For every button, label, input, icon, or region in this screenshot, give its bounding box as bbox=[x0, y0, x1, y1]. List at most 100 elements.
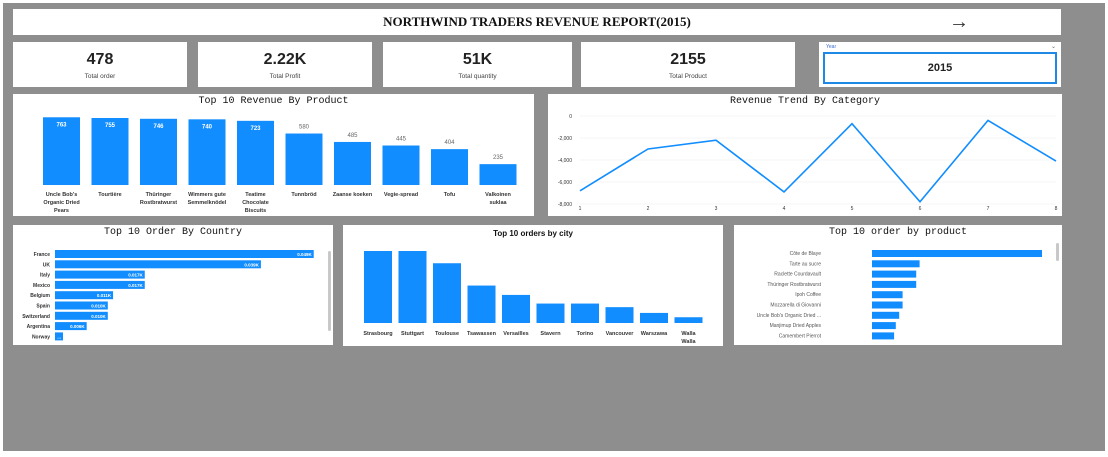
x-tick-label: 6 bbox=[919, 206, 922, 212]
bar bbox=[872, 280, 917, 288]
slicer-value[interactable]: 2015 bbox=[823, 52, 1057, 84]
bar bbox=[285, 133, 323, 185]
x-tick-label: 3 bbox=[715, 206, 718, 212]
x-tick-label: 5 bbox=[851, 206, 854, 212]
x-tick-label: 2 bbox=[647, 206, 650, 212]
category-label: UK bbox=[43, 262, 51, 268]
category-label: Chocolate bbox=[242, 200, 269, 206]
category-label: Norway bbox=[32, 334, 50, 340]
chart-svg: France 0.049K UK 0.039K Italy 0.017K Mexico 0.0… bbox=[22, 250, 314, 341]
category-label: Torino bbox=[577, 331, 594, 337]
kpi-card-total-profit: 2.22K Total Profit bbox=[198, 42, 372, 87]
data-label: 746 bbox=[153, 124, 164, 130]
category-label: Mozzarella di Giovanni bbox=[770, 303, 821, 309]
category-label: Teatime bbox=[245, 192, 265, 198]
bar bbox=[674, 317, 703, 323]
data-label: ... bbox=[57, 334, 61, 339]
kpi-label: Total order bbox=[84, 73, 116, 80]
category-label: Stuttgart bbox=[401, 331, 424, 337]
data-label: 0.049K bbox=[297, 252, 312, 257]
bar bbox=[640, 312, 668, 323]
kpi-value: 51K bbox=[462, 51, 493, 68]
data-label: 235 bbox=[493, 155, 504, 161]
category-label: Versailles bbox=[503, 331, 528, 337]
category-label: Valkoinen bbox=[485, 192, 511, 198]
chart-svg: Strasbourg Stuttgart Toulouse Tsawassen Vers… bbox=[363, 251, 703, 345]
data-label: 723 bbox=[250, 126, 261, 132]
category-label: Stavern bbox=[540, 331, 561, 337]
category-label: Manjimup Dried Apples bbox=[770, 323, 822, 329]
category-label: Tunnbröd bbox=[291, 192, 316, 198]
category-label: Tarte au sucre bbox=[789, 261, 821, 267]
category-label: Italy bbox=[40, 273, 50, 279]
kpi-card-total-quantity: 51K Total quantity bbox=[383, 42, 572, 87]
bar bbox=[334, 141, 371, 185]
scrollbar[interactable] bbox=[1056, 243, 1059, 261]
category-label: Ipoh Coffee bbox=[795, 292, 821, 298]
data-label: 0.006K bbox=[70, 324, 85, 329]
data-label: 740 bbox=[202, 124, 213, 130]
category-label: Côte de Blaye bbox=[790, 251, 822, 257]
bar bbox=[872, 301, 903, 309]
category-label: Toulouse bbox=[435, 331, 459, 337]
bar bbox=[55, 260, 261, 269]
kpi-card-total-product: 2155 Total Product bbox=[581, 42, 795, 87]
category-label: Thüringer bbox=[146, 192, 173, 198]
data-label: 0.039K bbox=[244, 262, 259, 267]
kpi-card-total-order: 478 Total order bbox=[13, 42, 187, 87]
category-label: Belgium bbox=[30, 293, 50, 299]
category-label: Walla bbox=[681, 331, 696, 337]
chart-orders-by-city: Top 10 orders by city Strasbourg Stuttgar… bbox=[343, 225, 723, 346]
chart-revenue-by-product: Top 10 Revenue By Product 763 Uncle Bob's… bbox=[13, 94, 534, 216]
category-label: suklaa bbox=[489, 200, 507, 206]
chevron-down-icon[interactable]: ⌄ bbox=[1051, 43, 1056, 50]
category-label: Thüringer Rostbratwurst bbox=[767, 282, 821, 288]
category-label: Walla bbox=[681, 339, 696, 345]
category-label: Rostbratwurst bbox=[140, 200, 177, 206]
bar bbox=[872, 332, 895, 340]
bar bbox=[605, 307, 634, 323]
category-label: Vegie-spread bbox=[384, 192, 418, 198]
bar bbox=[55, 250, 314, 258]
data-label: 755 bbox=[105, 123, 116, 129]
report-canvas: NORTHWIND TRADERS REVENUE REPORT(2015) →… bbox=[3, 3, 1105, 451]
data-label: 445 bbox=[396, 137, 407, 143]
x-tick-label: 1 bbox=[579, 206, 582, 212]
data-label: 0.010K bbox=[91, 304, 106, 309]
bar bbox=[872, 291, 903, 299]
y-tick-label: -4,000 bbox=[558, 158, 572, 164]
data-label: 0.017K bbox=[128, 283, 143, 288]
category-label: Spain bbox=[36, 304, 50, 310]
kpi-value: 2155 bbox=[670, 51, 706, 68]
y-tick-label: -8,000 bbox=[558, 202, 572, 208]
x-tick-label: 7 bbox=[987, 206, 990, 212]
category-label: Organic Dried bbox=[43, 200, 79, 206]
chart-revenue-trend: Revenue Trend By Category 0 -2,000 -4,000-… bbox=[548, 94, 1062, 216]
x-tick-label: 4 bbox=[783, 206, 786, 212]
bar bbox=[382, 145, 420, 185]
arrow-right-icon[interactable]: → bbox=[949, 12, 969, 32]
category-label: Uncle Bob's Organic Dried ... bbox=[757, 313, 821, 319]
chart-order-by-country: Top 10 Order By Country France 0.049K UK 0.… bbox=[13, 225, 333, 345]
category-label: Raclette Courdavault bbox=[774, 272, 821, 278]
chart-order-by-product: Top 10 order by product Côte de Blaye Tar… bbox=[734, 225, 1062, 345]
category-label: Strasbourg bbox=[363, 331, 392, 337]
bar bbox=[872, 322, 896, 330]
bar bbox=[364, 251, 392, 323]
year-slicer[interactable]: Year ⌄ 2015 bbox=[819, 42, 1061, 87]
kpi-value: 478 bbox=[86, 51, 114, 68]
data-label: 0.010K bbox=[91, 314, 106, 319]
data-label: 0.011K bbox=[97, 293, 112, 298]
bar bbox=[536, 303, 565, 323]
slicer-label: Year bbox=[826, 44, 837, 50]
bar bbox=[571, 303, 599, 323]
kpi-label: Total Profit bbox=[269, 73, 301, 80]
category-label: France bbox=[34, 252, 51, 258]
category-label: Switzerland bbox=[22, 314, 50, 320]
bar bbox=[872, 311, 900, 319]
series-line bbox=[579, 119, 1057, 204]
bar bbox=[398, 251, 427, 323]
category-label: Zaanse koeken bbox=[333, 192, 373, 198]
category-label: Semmelknödel bbox=[188, 200, 227, 206]
scrollbar[interactable] bbox=[328, 251, 331, 331]
